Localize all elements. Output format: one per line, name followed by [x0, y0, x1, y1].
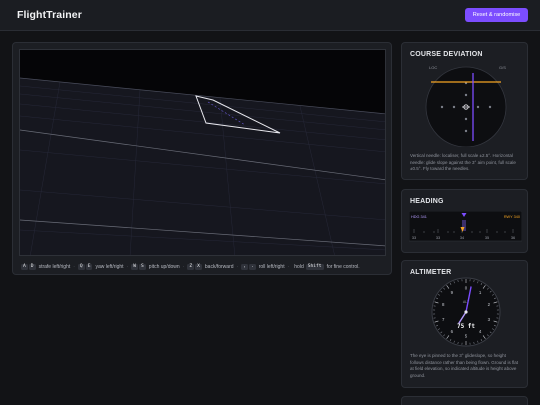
key-q: Q	[77, 263, 85, 271]
key-a: A	[21, 263, 28, 271]
control-label: back/forward	[204, 264, 234, 270]
course-deviation-note: Vertical needle: localiser, full scale ±…	[410, 153, 516, 172]
heading-tape: HDG 341 RWY 340 33 33 34 35 36	[409, 211, 522, 242]
app-title: FlightTrainer	[17, 9, 82, 21]
control-label: yaw left/right	[95, 264, 124, 270]
key-w: W	[131, 263, 139, 271]
viewport-panel: A Dstrafe left/right · Q Eyaw left/right ·…	[12, 42, 392, 275]
control-label: strafe left/right	[38, 264, 71, 270]
heading-title: HEADING	[410, 198, 444, 205]
control-prefix: hold	[294, 264, 304, 270]
heading-panel: HEADING HDG 341 RWY 340 33 33 34 35 36	[401, 189, 528, 253]
cdi-left-tag: LOC	[429, 65, 437, 70]
scene-svg	[20, 77, 385, 255]
app-header: FlightTrainer Reset & randomise	[0, 0, 540, 31]
heading-tick-label: 33	[412, 236, 416, 240]
cdi-right-tag: G/S	[499, 65, 506, 70]
course-deviation-title: COURSE DEVIATION	[410, 51, 483, 58]
control-label: for fine control.	[326, 264, 360, 270]
key-shift: Shift	[305, 263, 324, 271]
heading-right-tag: RWY 340	[504, 215, 520, 219]
heading-tick-label: 36	[511, 236, 515, 240]
heading-tick-label: 33	[436, 236, 440, 240]
control-label: pitch up/down	[148, 264, 180, 270]
control-label: roll left/right	[258, 264, 285, 270]
heading-tick-label: 34	[460, 236, 464, 240]
key-z: Z	[187, 263, 195, 271]
course-deviation-panel: COURSE DEVIATION LOC G/S Vertical needle…	[401, 42, 528, 180]
key-period: .	[248, 263, 256, 271]
altimeter-readout: 75 ft	[457, 323, 475, 330]
key-s: S	[139, 263, 146, 271]
heading-tick-label: 35	[485, 236, 489, 240]
key-x: X	[195, 263, 202, 271]
flight-scene-viewport[interactable]	[19, 49, 386, 256]
altimeter-panel: ALTIMETER 0123456789 ALT 75 ft The eye i…	[401, 260, 528, 388]
reset-randomise-button[interactable]: Reset & randomise	[465, 8, 528, 22]
altimeter-note: The eye is pinned to the 3° glideslope, …	[410, 353, 519, 378]
heading-left-tag: HDG 341	[411, 215, 427, 219]
cdi-gauge: LOC G/S	[425, 65, 507, 147]
altimeter-dial: 0123456789 ALT 75 ft	[431, 277, 501, 347]
key-comma: ,	[241, 263, 248, 271]
lower-panel	[401, 396, 528, 405]
altimeter-title: ALTIMETER	[410, 269, 452, 276]
key-d: D	[28, 263, 36, 271]
controls-help: A Dstrafe left/right · Q Eyaw left/right ·…	[21, 263, 360, 271]
altimeter-hub	[464, 310, 468, 314]
key-e: E	[85, 263, 93, 271]
